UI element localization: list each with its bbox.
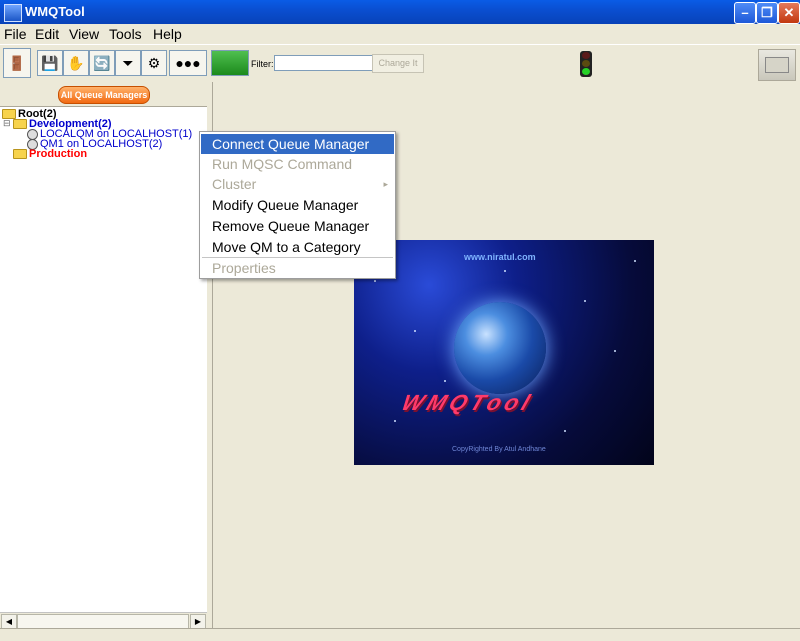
filter-input[interactable] <box>274 55 374 71</box>
menu-item-connect-queue-manager[interactable]: Connect Queue Manager <box>201 134 394 154</box>
close-button[interactable]: ✕ <box>778 2 800 24</box>
menu-item-label: Cluster <box>212 176 257 192</box>
menu-item-move-qm-to-category[interactable]: Move QM to a Category <box>201 237 394 257</box>
funnel-icon[interactable]: ⏷ <box>115 50 141 76</box>
status-bar <box>0 628 800 641</box>
all-queue-managers-button[interactable]: All Queue Managers <box>58 86 150 104</box>
splash-url: www.niratul.com <box>464 252 536 262</box>
splash-copyright: CopyRighted By Atul Andhane <box>452 446 546 453</box>
menu-tools[interactable]: Tools <box>109 26 142 42</box>
menu-item-remove-queue-manager[interactable]: Remove Queue Manager <box>201 216 394 236</box>
tree-pane: All Queue Managers Root(2) ⊟ Development… <box>0 82 208 629</box>
status-lights-icon[interactable]: ●●● <box>169 50 207 76</box>
menu-edit[interactable]: Edit <box>35 26 59 42</box>
scroll-left-icon[interactable]: ◀ <box>1 614 17 629</box>
splash-banner: WMQTool <box>398 390 538 415</box>
filter-label: Filter: <box>251 59 274 69</box>
tree-node-label: Production <box>29 148 88 160</box>
screen-icon[interactable] <box>758 49 796 81</box>
traffic-light-icon <box>580 51 592 77</box>
scroll-right-icon[interactable]: ▶ <box>190 614 206 629</box>
scroll-thumb[interactable] <box>17 614 189 629</box>
exit-icon[interactable]: 🚪 <box>3 48 31 78</box>
context-menu: Connect Queue Manager Run MQSC Command C… <box>199 131 396 279</box>
menu-item-properties: Properties <box>212 260 276 276</box>
tree-header: All Queue Managers <box>0 82 207 107</box>
hand-icon[interactable]: ✋ <box>63 50 89 76</box>
menu-file[interactable]: File <box>4 26 27 42</box>
tree-node-production[interactable]: Production <box>13 148 87 160</box>
collapse-icon[interactable]: ⊟ <box>3 118 11 129</box>
submenu-arrow-icon: ▸ <box>383 179 388 189</box>
save-icon[interactable]: 💾 <box>37 50 63 76</box>
menu-item-cluster: Cluster ▸ <box>201 174 394 194</box>
window-title: WMQTool <box>25 4 85 19</box>
refresh-icon[interactable]: 🔄 <box>89 50 115 76</box>
maximize-button[interactable]: ❐ <box>756 2 778 24</box>
menu-item-run-mqsc-command: Run MQSC Command <box>212 156 353 172</box>
title-bar: WMQTool – ❐ ✕ <box>0 0 800 24</box>
change-it-button[interactable]: Change It <box>372 54 424 73</box>
menu-view[interactable]: View <box>69 26 99 42</box>
folder-icon <box>13 149 27 159</box>
minimize-button[interactable]: – <box>734 2 756 24</box>
toolbar: 🚪 💾 ✋ 🔄 ⏷ ⚙ ●●● Filter: Change It <box>0 44 800 84</box>
menu-bar: File Edit View Tools Help <box>0 24 800 44</box>
menu-help[interactable]: Help <box>153 26 182 42</box>
folder-icon <box>13 119 27 129</box>
monitor-graph-icon[interactable] <box>211 50 249 76</box>
gear-icon[interactable]: ⚙ <box>141 50 167 76</box>
menu-item-modify-queue-manager[interactable]: Modify Queue Manager <box>201 195 394 215</box>
app-icon <box>4 4 22 22</box>
earth-globe-icon <box>454 302 546 394</box>
horizontal-scrollbar[interactable]: ◀ ▶ <box>0 612 207 629</box>
splash-image: www.niratul.com WMQTool CopyRighted By A… <box>354 240 654 465</box>
